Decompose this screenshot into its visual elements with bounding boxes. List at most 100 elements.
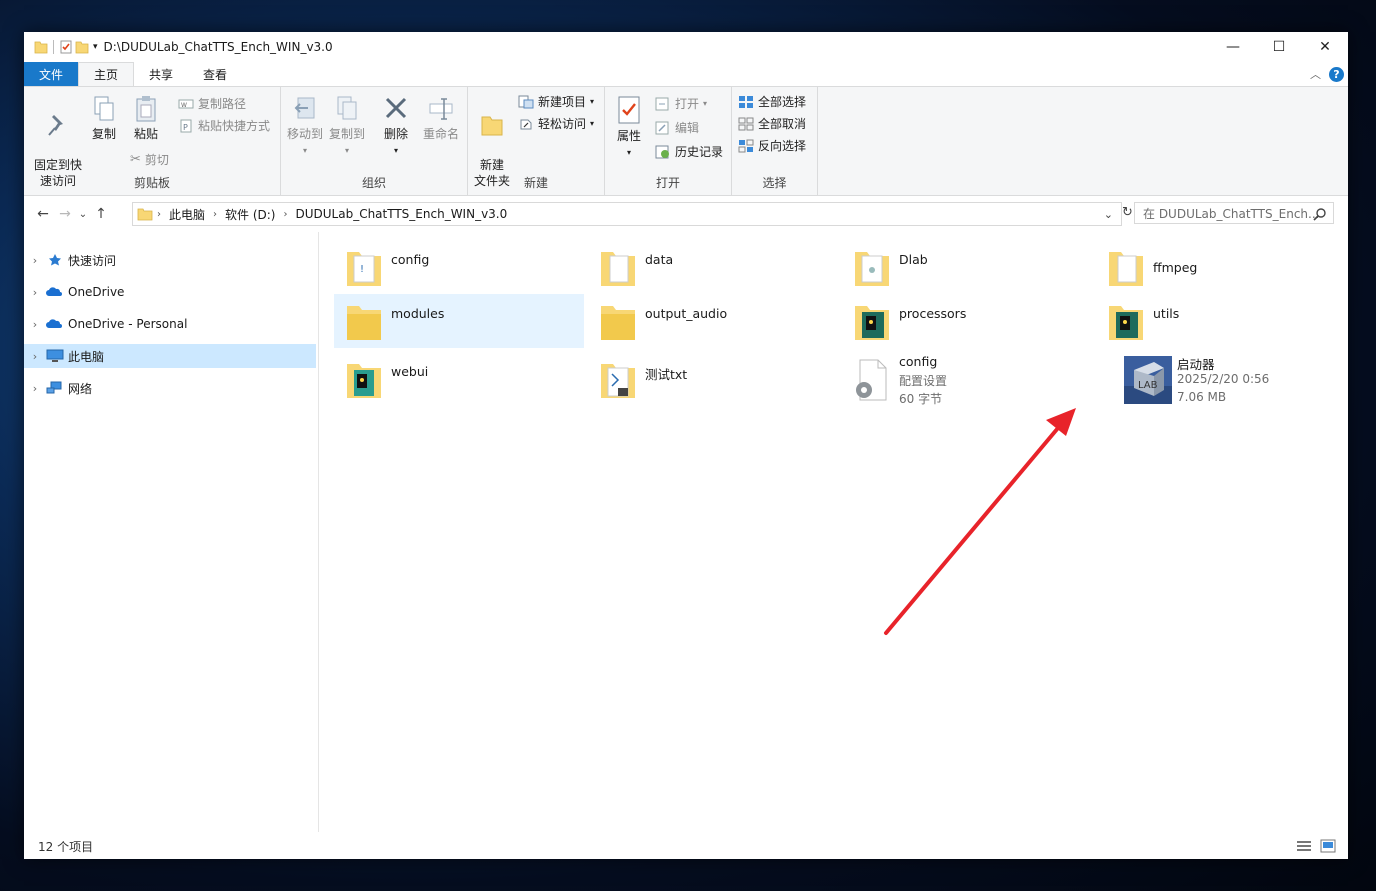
folder-icon (137, 208, 153, 221)
select-all-icon (739, 95, 753, 108)
file-item-output-audio[interactable]: output_audio (588, 294, 838, 348)
file-explorer-window: ▾ D:\DUDULab_ChatTTS_Ench_WIN_v3.0 — ☐ ✕… (24, 32, 1348, 859)
properties-label: 属性 (616, 129, 641, 143)
cloud-icon (46, 287, 62, 296)
chevron-right-icon[interactable]: › (24, 318, 46, 331)
quick-access-toolbar: ▾ (24, 39, 98, 55)
nav-item-network[interactable]: › 网络 (24, 376, 316, 400)
back-button[interactable]: ← (32, 206, 54, 222)
file-item-utils[interactable]: utils (1096, 294, 1346, 348)
folder-icon (1109, 252, 1143, 286)
chevron-right-icon[interactable]: › (24, 382, 46, 395)
window-title: D:\DUDULab_ChatTTS_Ench_WIN_v3.0 (103, 40, 333, 54)
delete-button[interactable]: 删除 ▾ (379, 95, 413, 156)
view-switcher (1296, 839, 1336, 853)
new-item-button[interactable]: 新建项目 ▾ (518, 93, 594, 110)
chevron-right-icon[interactable]: › (24, 286, 46, 299)
open-button[interactable]: 打开 ▾ (655, 95, 707, 112)
file-item-config-settings[interactable]: config 配置设置 60 字节 (842, 352, 1092, 406)
file-name: data (645, 252, 674, 267)
file-item-data[interactable]: data (588, 240, 838, 294)
file-item-webui[interactable]: webui (334, 352, 584, 406)
file-item-ffmpeg[interactable]: ffmpeg (1096, 240, 1346, 294)
large-icons-view-icon[interactable] (1320, 839, 1336, 853)
chevron-right-icon[interactable]: › (279, 209, 291, 220)
select-all-button[interactable]: 全部选择 (738, 93, 806, 110)
paste-shortcut-button[interactable]: P 粘贴快捷方式 (178, 117, 270, 134)
file-item-modules[interactable]: modules (334, 294, 584, 348)
up-button[interactable]: ↑ (90, 206, 112, 222)
copy-to-icon (337, 96, 357, 120)
file-name: modules (391, 306, 445, 321)
file-item-launcher[interactable]: LAB 启动器 2025/2/20 0:56 7.06 MB (1096, 352, 1346, 406)
breadcrumb-folder[interactable]: DUDULab_ChatTTS_Ench_WIN_v3.0 (291, 207, 511, 221)
tab-home[interactable]: 主页 (78, 62, 135, 86)
nav-item-onedrive-personal[interactable]: › OneDrive - Personal (24, 312, 316, 336)
nav-item-onedrive[interactable]: › OneDrive (24, 280, 316, 304)
svg-text:!: ! (360, 264, 364, 275)
maximize-button[interactable]: ☐ (1256, 32, 1302, 62)
file-name: 启动器 (1177, 357, 1215, 372)
invert-selection-icon (738, 139, 754, 152)
collapse-ribbon-icon[interactable]: ︿ (1310, 66, 1321, 82)
chevron-down-icon[interactable]: ⌄ (1104, 208, 1113, 221)
paste-button[interactable]: 粘贴 (126, 95, 166, 142)
minimize-button[interactable]: — (1210, 32, 1256, 62)
nav-item-quick-access[interactable]: › 快速访问 (24, 248, 316, 272)
select-none-button[interactable]: 全部取消 (738, 115, 806, 132)
file-size: 60 字节 (899, 392, 943, 406)
computer-icon (46, 349, 64, 362)
forward-button[interactable]: → (54, 206, 76, 222)
separator (53, 40, 54, 54)
file-item-processors[interactable]: processors (842, 294, 1092, 348)
file-name: config (899, 354, 938, 369)
new-folder-icon[interactable] (75, 39, 89, 55)
copy-path-button[interactable]: W 复制路径 (178, 95, 246, 112)
recent-locations-icon[interactable]: ⌄ (76, 209, 90, 220)
copy-icon (94, 96, 114, 121)
qat-dropdown-icon[interactable]: ▾ (93, 42, 98, 52)
dropdown-icon: ▾ (626, 148, 631, 157)
new-item-label: 新建项目 (538, 95, 587, 109)
rename-button[interactable]: 重命名 (419, 95, 463, 142)
properties-icon (618, 96, 640, 124)
address-bar[interactable]: › 此电脑 › 软件 (D:) › DUDULab_ChatTTS_Ench_W… (132, 202, 1122, 226)
dropdown-icon: ▾ (703, 99, 708, 108)
help-icon[interactable]: ? (1329, 66, 1344, 82)
copy-path-label: 复制路径 (198, 97, 247, 111)
properties-button[interactable]: 属性 ▾ (611, 95, 647, 158)
move-to-button[interactable]: 移动到 ▾ (285, 95, 325, 156)
folder-icon (601, 252, 635, 286)
details-view-icon[interactable] (1296, 839, 1312, 853)
title-bar: ▾ D:\DUDULab_ChatTTS_Ench_WIN_v3.0 — ☐ ✕ (24, 32, 1348, 62)
file-item-dlab[interactable]: Dlab (842, 240, 1092, 294)
chevron-right-icon[interactable]: › (24, 254, 46, 267)
file-item-config-folder[interactable]: ! config (334, 240, 584, 294)
file-type: 配置设置 (899, 374, 948, 388)
easy-access-button[interactable]: 轻松访问 ▾ (518, 115, 594, 132)
chevron-right-icon[interactable]: › (24, 350, 46, 363)
refresh-icon[interactable]: ↻ (1122, 205, 1133, 220)
folder-icon (347, 306, 381, 340)
properties-icon[interactable] (59, 39, 73, 55)
delete-icon (385, 97, 407, 119)
nav-item-this-pc[interactable]: › 此电脑 (24, 344, 316, 368)
chevron-right-icon[interactable]: › (153, 209, 165, 220)
tab-view[interactable]: 查看 (188, 62, 242, 86)
file-item-test-txt[interactable]: 测试txt (588, 352, 838, 406)
breadcrumb-this-pc[interactable]: 此电脑 (165, 206, 209, 223)
breadcrumb-drive[interactable]: 软件 (D:) (221, 206, 279, 223)
folder-icon (855, 252, 889, 286)
chevron-right-icon[interactable]: › (209, 209, 221, 220)
edit-button[interactable]: 编辑 (655, 119, 699, 136)
tab-file[interactable]: 文件 (24, 62, 79, 86)
history-button[interactable]: 历史记录 (655, 143, 723, 160)
tab-share[interactable]: 共享 (134, 62, 188, 86)
edit-label: 编辑 (675, 121, 700, 135)
copy-to-button[interactable]: 复制到 ▾ (327, 95, 367, 156)
copy-button[interactable]: 复制 (86, 95, 122, 142)
cut-button[interactable]: ✂ 剪切 (130, 151, 169, 168)
invert-selection-button[interactable]: 反向选择 (738, 137, 806, 154)
search-input[interactable]: 在 DUDULab_ChatTTS_Ench... (1134, 202, 1334, 224)
close-button[interactable]: ✕ (1302, 32, 1348, 62)
